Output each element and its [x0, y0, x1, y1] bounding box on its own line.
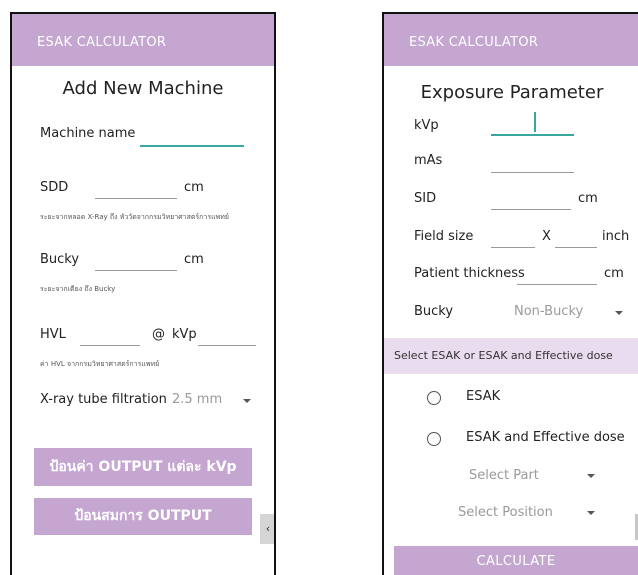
text-cursor	[534, 112, 536, 132]
sdd-hint: ระยะจากหลอด X-Ray ถึง หัววัดจากกรมวิทยาศ…	[40, 213, 229, 221]
select-position-dropdown[interactable]: Select Position	[458, 505, 553, 520]
bucky-label: Bucky	[40, 252, 80, 267]
radio-esak-effective-label: ESAK and Effective dose	[466, 430, 625, 445]
chevron-left-icon[interactable]: ‹	[260, 514, 274, 544]
radio-esak-effective[interactable]	[427, 432, 441, 446]
thickness-unit: cm	[604, 266, 624, 281]
sid-label: SID	[414, 191, 437, 206]
filtration-select[interactable]: 2.5 mm	[172, 392, 222, 407]
field-unit: inch	[602, 229, 630, 244]
field-height-input[interactable]	[555, 247, 597, 248]
esak-mode-section: Select ESAK or ESAK and Effective dose	[384, 338, 638, 374]
sdd-label: SDD	[40, 180, 69, 195]
add-machine-screen: ESAK CALCULATOR Add New Machine Machine …	[10, 12, 276, 575]
output-per-kvp-button[interactable]: ป้อนค่า OUTPUT แต่ละ kVp	[34, 448, 252, 486]
sid-input[interactable]	[491, 209, 571, 210]
machine-name-label: Machine name	[40, 126, 136, 141]
bucky-select[interactable]: Non-Bucky	[514, 304, 583, 319]
kvp-label: kVp	[414, 118, 439, 133]
chevron-down-icon	[587, 474, 595, 478]
page-title: Exposure Parameter	[420, 82, 604, 103]
calculate-button[interactable]: CALCULATE	[394, 546, 638, 575]
exposure-parameter-screen: ESAK CALCULATOR Exposure Parameter kVp m…	[382, 12, 638, 575]
filtration-label: X-ray tube filtration	[40, 392, 167, 407]
hvl-label: HVL	[40, 327, 66, 342]
app-title: ESAK CALCULATOR	[37, 35, 167, 50]
chevron-down-icon	[587, 511, 595, 515]
bucky-input[interactable]	[95, 270, 177, 271]
field-x-label: X	[542, 229, 551, 244]
app-bar-left: ESAK CALCULATOR	[12, 14, 274, 66]
hvl-kvp-label: kVp	[172, 327, 197, 342]
hvl-hint: ค่า HVL จากกรมวิทยาศาสตร์การแพทย์	[40, 360, 160, 368]
hvl-input[interactable]	[80, 345, 140, 346]
machine-name-input[interactable]	[140, 145, 244, 147]
hvl-at-symbol: @	[152, 327, 165, 342]
sdd-input[interactable]	[95, 198, 177, 199]
select-part-dropdown[interactable]: Select Part	[469, 468, 539, 483]
hvl-kvp-input[interactable]	[198, 345, 256, 346]
bucky-hint: ระยะจากเตียง ถึง Bucky	[40, 285, 116, 293]
patient-thickness-input[interactable]	[517, 284, 597, 285]
field-size-label: Field size	[414, 229, 474, 244]
kvp-input[interactable]	[491, 134, 574, 136]
app-title: ESAK CALCULATOR	[409, 35, 539, 50]
bucky-unit: cm	[184, 252, 204, 267]
chevron-down-icon	[243, 399, 251, 403]
page-title: Add New Machine	[62, 78, 224, 99]
chevron-down-icon	[615, 311, 623, 315]
field-width-input[interactable]	[491, 247, 535, 248]
mas-label: mAs	[414, 153, 443, 168]
radio-esak[interactable]	[427, 391, 441, 405]
bucky-label: Bucky	[414, 304, 454, 319]
app-bar-right: ESAK CALCULATOR	[384, 14, 638, 66]
patient-thickness-label: Patient thickness	[414, 266, 525, 281]
radio-esak-label: ESAK	[466, 389, 501, 404]
output-equation-button[interactable]: ป้อนสมการ OUTPUT	[34, 498, 252, 535]
sid-unit: cm	[578, 191, 598, 206]
mas-input[interactable]	[491, 172, 574, 173]
sdd-unit: cm	[184, 180, 204, 195]
